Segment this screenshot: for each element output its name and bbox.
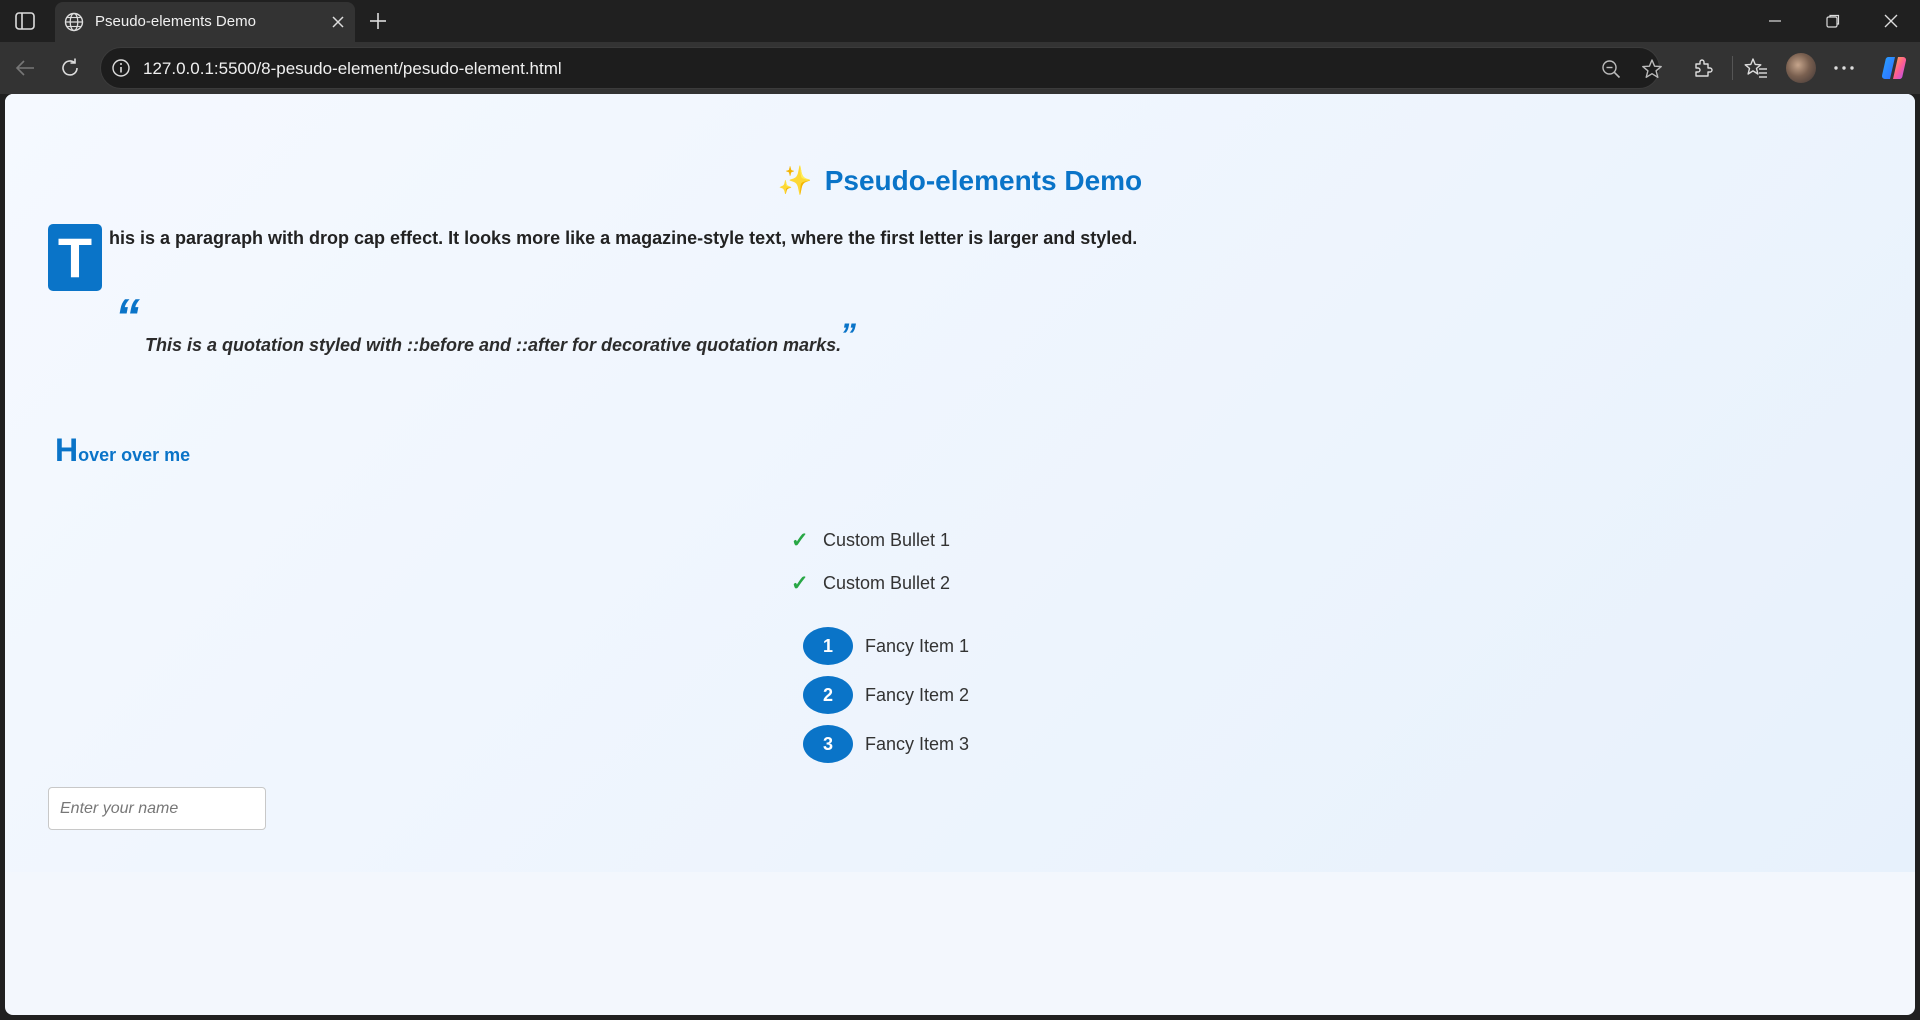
fancy-item-label: Fancy Item 3	[865, 733, 970, 754]
name-input[interactable]	[48, 787, 266, 830]
page-viewport: ✨ Pseudo-elements Demo T his is a paragra…	[5, 94, 1915, 1015]
hover-heading[interactable]: Hover over me	[55, 432, 190, 469]
copilot-icon[interactable]	[1879, 53, 1909, 83]
fancy-item-label: Fancy Item 2	[865, 684, 970, 705]
fancy-item-label: Fancy Item 1	[865, 635, 970, 656]
fancy-list-item: 2 Fancy Item 2	[803, 676, 969, 714]
url-text: 127.0.0.1:5500/8-pesudo-element/pesudo-e…	[143, 59, 562, 78]
custom-bullet-label: Custom Bullet 2	[823, 572, 951, 593]
zoom-out-icon[interactable]	[1600, 58, 1622, 80]
page-body: ✨ Pseudo-elements Demo T his is a paragra…	[5, 94, 1915, 872]
close-icon[interactable]	[327, 11, 349, 33]
custom-bullet-label: Custom Bullet 1	[823, 529, 951, 550]
tab-title: Pseudo-elements Demo	[95, 13, 256, 30]
restore-icon[interactable]	[1811, 6, 1855, 36]
drop-cap-letter: T	[48, 224, 102, 291]
favorites-icon[interactable]	[1741, 53, 1771, 83]
star-icon[interactable]	[1641, 58, 1663, 80]
globe-icon	[64, 12, 84, 32]
extensions-icon[interactable]	[1688, 53, 1718, 83]
close-window-icon[interactable]	[1869, 6, 1913, 36]
hover-heading-rest: over over me	[78, 445, 191, 465]
browser-tab[interactable]: Pseudo-elements Demo	[55, 2, 355, 42]
profile-avatar[interactable]	[1786, 53, 1816, 83]
browser-toolbar: 127.0.0.1:5500/8-pesudo-element/pesudo-e…	[0, 42, 1920, 94]
back-arrow-icon[interactable]	[10, 53, 40, 83]
fancy-list-item: 3 Fancy Item 3	[803, 725, 969, 763]
open-quote-mark: “	[115, 289, 140, 345]
custom-bullet-item: ✓ Custom Bullet 2	[791, 571, 950, 595]
number-badge: 1	[803, 627, 853, 665]
checkmark-icon: ✓	[791, 571, 809, 595]
hover-first-letter: H	[55, 432, 79, 468]
drop-cap-paragraph: his is a paragraph with drop cap effect.…	[109, 228, 1138, 248]
sparkles-icon: ✨	[777, 165, 813, 196]
quotation-text: This is a quotation styled with ::before…	[145, 335, 842, 355]
number-badge: 3	[803, 725, 853, 763]
fancy-list-item: 1 Fancy Item 1	[803, 627, 969, 665]
page-title-text: Pseudo-elements Demo	[824, 165, 1143, 196]
custom-bullet-item: ✓ Custom Bullet 1	[791, 528, 950, 552]
number-badge: 2	[803, 676, 853, 714]
plus-icon[interactable]	[364, 7, 392, 35]
reload-icon[interactable]	[55, 53, 85, 83]
tab-bar: Pseudo-elements Demo	[0, 0, 1920, 42]
checkmark-icon: ✓	[791, 528, 809, 552]
sidebar-icon[interactable]	[12, 9, 38, 33]
more-icon[interactable]	[1829, 53, 1859, 83]
info-icon[interactable]	[111, 58, 131, 78]
page-title: ✨ Pseudo-elements Demo	[5, 164, 1915, 197]
toolbar-divider	[1732, 56, 1733, 80]
minimize-icon[interactable]	[1753, 6, 1797, 36]
address-bar[interactable]: 127.0.0.1:5500/8-pesudo-element/pesudo-e…	[100, 47, 1663, 89]
close-quote-mark: ”	[840, 317, 856, 353]
